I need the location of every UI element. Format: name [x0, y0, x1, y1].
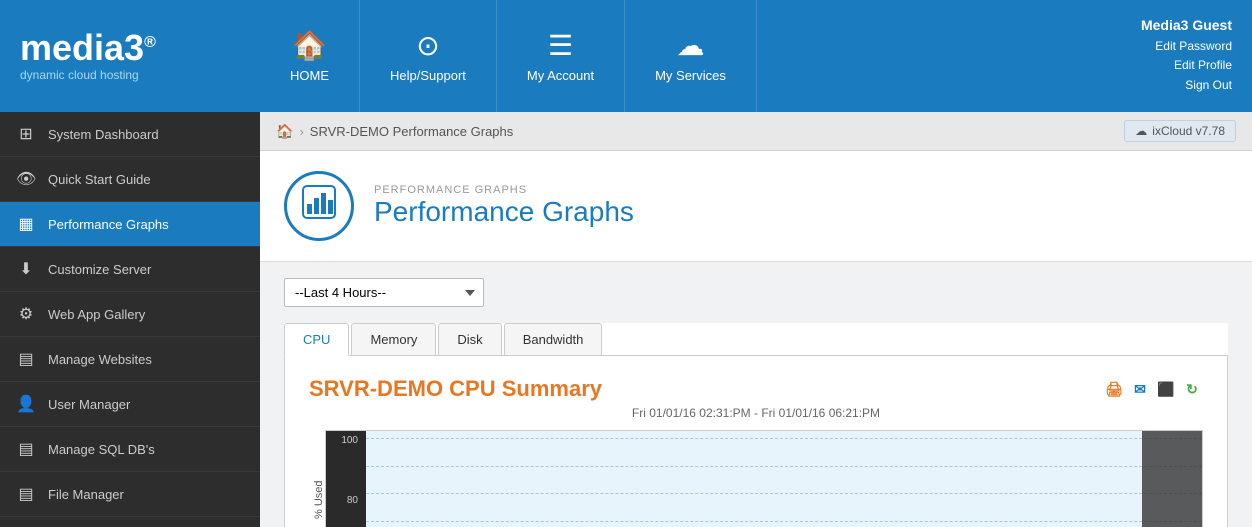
nav-help-label: Help/Support: [390, 68, 466, 83]
sidebar-item-customize-server-label: Customize Server: [48, 262, 151, 277]
manage-sql-icon: ▤: [16, 439, 36, 459]
nav-help[interactable]: ⊙ Help/Support: [360, 0, 497, 112]
chart-y-tick-80: 80: [330, 495, 362, 506]
tab-disk[interactable]: Disk: [438, 323, 501, 355]
sign-out-link[interactable]: Sign Out: [1155, 76, 1232, 95]
chart-right-dark-area: [1142, 431, 1202, 527]
sidebar-item-file-manager-label: File Manager: [48, 487, 124, 502]
chart-wrapper: % Used 100 80 60: [309, 430, 1203, 527]
chart-y-tick-100: 100: [330, 435, 362, 446]
logo: media3® dynamic cloud hosting: [20, 30, 156, 82]
edit-profile-link[interactable]: Edit Profile: [1155, 56, 1232, 75]
time-filter-row: --Last 4 Hours-- Last 24 Hours Last 7 Da…: [284, 278, 1228, 307]
brand-name: media3®: [20, 30, 156, 66]
page-icon-circle: [284, 171, 354, 241]
nav-account-label: My Account: [527, 68, 594, 83]
graph-date-range: Fri 01/01/16 02:31:PM - Fri 01/01/16 06:…: [309, 406, 1203, 420]
help-icon: ⊙: [416, 29, 439, 62]
sidebar-item-system-dashboard[interactable]: ⊞ System Dashboard: [0, 112, 260, 157]
nav-account[interactable]: ☰ My Account: [497, 0, 625, 112]
graph-container: SRVR-DEMO CPU Summary 🖨 ✉ ⬛ ↻ Fri 01/01/…: [284, 356, 1228, 527]
chart-y-axis: 100 80 60: [326, 431, 366, 527]
customize-server-icon: ⬇: [16, 259, 36, 279]
top-header: media3® dynamic cloud hosting 🏠 HOME ⊙ H…: [0, 0, 1252, 112]
main-nav: 🏠 HOME ⊙ Help/Support ☰ My Account ☁ My …: [260, 0, 1102, 112]
chart-grid-line-40: [366, 521, 1202, 522]
web-app-gallery-icon: ⚙: [16, 304, 36, 324]
page-title: Performance Graphs: [374, 196, 634, 228]
print-icon[interactable]: 🖨: [1103, 378, 1125, 400]
sidebar-item-file-manager[interactable]: ▤ File Manager: [0, 472, 260, 517]
chart-grid-line-100: [366, 438, 1202, 439]
refresh-icon[interactable]: ↻: [1181, 378, 1203, 400]
sidebar-item-quick-start[interactable]: 👁 Quick Start Guide: [0, 157, 260, 202]
time-filter-select[interactable]: --Last 4 Hours-- Last 24 Hours Last 7 Da…: [284, 278, 484, 307]
page-header: PERFORMANCE GRAPHS Performance Graphs: [260, 151, 1252, 262]
graph-actions: 🖨 ✉ ⬛ ↻: [1103, 378, 1203, 400]
cloud-icon: ☁: [1135, 124, 1147, 138]
quick-start-icon: 👁: [16, 169, 36, 189]
edit-password-link[interactable]: Edit Password: [1155, 37, 1232, 56]
breadcrumb-home-icon[interactable]: 🏠: [276, 123, 293, 140]
file-manager-icon: ▤: [16, 484, 36, 504]
main-content: 🏠 › SRVR-DEMO Performance Graphs ☁ ixClo…: [260, 112, 1252, 527]
pdf-icon[interactable]: ⬛: [1155, 378, 1177, 400]
breadcrumb-bar: 🏠 › SRVR-DEMO Performance Graphs ☁ ixClo…: [260, 112, 1252, 151]
user-links: Edit Password Edit Profile Sign Out: [1155, 37, 1232, 95]
chart-grid-line-60: [366, 493, 1202, 494]
sidebar-item-manage-sql-label: Manage SQL DB's: [48, 442, 155, 457]
sidebar-item-manage-mysql[interactable]: ▤ Manage MySQL DB's: [0, 517, 260, 527]
manage-websites-icon: ▤: [16, 349, 36, 369]
performance-graphs-page-icon: [301, 184, 337, 228]
tabs-row: CPU Memory Disk Bandwidth: [284, 323, 1228, 356]
ixcloud-version: ixCloud v7.78: [1152, 124, 1225, 138]
logo-area: media3® dynamic cloud hosting: [0, 0, 260, 112]
sidebar-item-user-manager[interactable]: 👤 User Manager: [0, 382, 260, 427]
user-area: Media3 Guest Edit Password Edit Profile …: [1102, 0, 1252, 112]
tab-cpu[interactable]: CPU: [284, 323, 349, 356]
performance-graphs-icon: ▦: [16, 214, 36, 234]
sidebar: ⊞ System Dashboard 👁 Quick Start Guide ▦…: [0, 112, 260, 527]
chart-inner: [366, 431, 1202, 527]
services-icon: ☁: [676, 29, 704, 62]
user-name: Media3 Guest: [1141, 17, 1232, 33]
sidebar-item-web-app-gallery-label: Web App Gallery: [48, 307, 145, 322]
account-icon: ☰: [548, 29, 573, 62]
sidebar-item-customize-server[interactable]: ⬇ Customize Server: [0, 247, 260, 292]
page-title-area: PERFORMANCE GRAPHS Performance Graphs: [374, 184, 634, 228]
graph-title-row: SRVR-DEMO CPU Summary 🖨 ✉ ⬛ ↻: [309, 376, 1203, 402]
nav-home-label: HOME: [290, 68, 329, 83]
sidebar-item-system-dashboard-label: System Dashboard: [48, 127, 159, 142]
content-area: --Last 4 Hours-- Last 24 Hours Last 7 Da…: [260, 262, 1252, 527]
sidebar-item-performance-graphs-label: Performance Graphs: [48, 217, 169, 232]
chart-y-label: % Used: [309, 430, 325, 527]
sidebar-item-manage-sql[interactable]: ▤ Manage SQL DB's: [0, 427, 260, 472]
nav-home[interactable]: 🏠 HOME: [260, 0, 360, 112]
sidebar-item-manage-websites[interactable]: ▤ Manage Websites: [0, 337, 260, 382]
tab-memory[interactable]: Memory: [351, 323, 436, 355]
ixcloud-badge: ☁ ixCloud v7.78: [1124, 120, 1236, 142]
system-dashboard-icon: ⊞: [16, 124, 36, 144]
page-subtitle: PERFORMANCE GRAPHS: [374, 184, 634, 196]
graph-title-text: SRVR-DEMO CPU Summary: [309, 376, 602, 402]
user-manager-icon: 👤: [16, 394, 36, 414]
nav-services-label: My Services: [655, 68, 726, 83]
breadcrumb-separator: ›: [299, 124, 303, 139]
sidebar-item-web-app-gallery[interactable]: ⚙ Web App Gallery: [0, 292, 260, 337]
email-icon[interactable]: ✉: [1129, 378, 1151, 400]
home-icon: 🏠: [292, 29, 327, 62]
sidebar-item-performance-graphs[interactable]: ▦ Performance Graphs: [0, 202, 260, 247]
tab-bandwidth[interactable]: Bandwidth: [504, 323, 603, 355]
main-layout: ⊞ System Dashboard 👁 Quick Start Guide ▦…: [0, 112, 1252, 527]
sidebar-item-manage-websites-label: Manage Websites: [48, 352, 152, 367]
brand-tagline: dynamic cloud hosting: [20, 68, 156, 82]
nav-services[interactable]: ☁ My Services: [625, 0, 757, 112]
breadcrumb-current: SRVR-DEMO Performance Graphs: [310, 124, 514, 139]
breadcrumb: 🏠 › SRVR-DEMO Performance Graphs: [276, 123, 513, 140]
chart-area: 100 80 60: [325, 430, 1203, 527]
sidebar-item-quick-start-label: Quick Start Guide: [48, 172, 151, 187]
chart-grid-line-80: [366, 466, 1202, 467]
sidebar-item-user-manager-label: User Manager: [48, 397, 130, 412]
